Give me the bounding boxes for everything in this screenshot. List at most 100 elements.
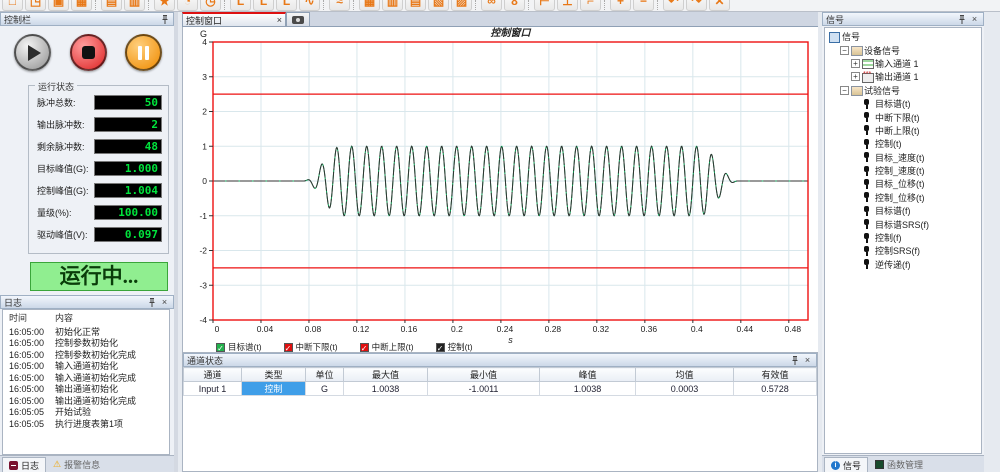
channel-col-header[interactable]: 有效值 xyxy=(734,368,817,382)
close-icon[interactable]: × xyxy=(802,355,813,366)
tree-item[interactable]: 目标_速度(t) xyxy=(829,151,981,164)
play-button[interactable] xyxy=(14,34,51,71)
schedule-icon[interactable]: ◔ xyxy=(177,0,198,11)
tree-item[interactable]: 目标谱(f) xyxy=(829,204,981,217)
status-field-label: 控制峰值(G): xyxy=(37,184,94,197)
tree-item[interactable]: 控制_速度(t) xyxy=(829,164,981,177)
tree-item[interactable]: 中断上限(t) xyxy=(829,124,981,137)
pin-icon[interactable] xyxy=(789,355,800,366)
output-channel-icon xyxy=(862,72,873,82)
unlink-icon[interactable]: 8 xyxy=(504,0,525,11)
tree-item[interactable]: 目标谱SRS(f) xyxy=(829,217,981,230)
function-manager-icon xyxy=(875,460,884,469)
log-tab-inactive[interactable]: ⚠报警信息 xyxy=(46,457,107,472)
expand-icon[interactable]: + xyxy=(851,59,860,68)
db-axis-icon[interactable]: L xyxy=(276,0,297,11)
tree-item[interactable]: +输入通道 1 xyxy=(829,57,981,70)
log-axis-icon[interactable]: L xyxy=(253,0,274,11)
unit-icon[interactable]: ∿ xyxy=(299,0,320,11)
tree-item[interactable]: 控制(t) xyxy=(829,137,981,150)
channel-status-panel: 通道状态 × 通道类型单位最大值最小值峰值均值有效值Input 1控制G1.00… xyxy=(182,352,818,472)
fit-page-icon[interactable]: ⌐ xyxy=(580,0,601,11)
status-field-label: 驱动峰值(V): xyxy=(37,228,94,241)
star-icon[interactable]: ★ xyxy=(154,0,175,11)
report-icon[interactable]: ▥ xyxy=(124,0,145,11)
pin-icon[interactable] xyxy=(159,14,170,25)
control-bar-panel: 控制栏 运行状态 脉冲总数:50输出脉冲数:2剩余脉冲数:48目标峰值(G):1… xyxy=(0,12,178,295)
tab-control-window[interactable]: 控制窗口 × xyxy=(182,12,286,26)
clock-icon[interactable]: ◷ xyxy=(200,0,221,11)
undo-icon[interactable]: ↶ xyxy=(663,0,684,11)
stop-button[interactable] xyxy=(70,34,107,71)
layout-1-icon[interactable]: ▦ xyxy=(359,0,380,11)
chart-icon[interactable]: ▧ xyxy=(428,0,449,11)
channel-cell: 1.0038 xyxy=(540,382,636,396)
channel-col-header[interactable]: 通道 xyxy=(184,368,242,382)
log-row: 16:05:00控制参数初始化 xyxy=(9,338,169,350)
tab-label: 控制窗口 xyxy=(186,14,274,27)
layout-4-icon[interactable]: ▤ xyxy=(405,0,426,11)
layout-2-icon[interactable]: ▥ xyxy=(382,0,403,11)
pause-button[interactable] xyxy=(125,34,162,71)
close-icon[interactable]: × xyxy=(159,297,170,308)
tree-item[interactable]: 控制_位移(t) xyxy=(829,191,981,204)
lin-axis-icon[interactable]: L xyxy=(230,0,251,11)
close-icon[interactable]: × xyxy=(969,14,980,25)
log-tab-active[interactable]: 日志 xyxy=(2,457,46,472)
channel-col-header[interactable]: 类型 xyxy=(242,368,306,382)
channel-col-header[interactable]: 单位 xyxy=(306,368,344,382)
tree-item-label: 控制(t) xyxy=(875,137,902,150)
channel-col-header[interactable]: 均值 xyxy=(636,368,734,382)
pin-icon[interactable] xyxy=(146,297,157,308)
pin-icon[interactable] xyxy=(956,14,967,25)
channel-col-header[interactable]: 最大值 xyxy=(344,368,428,382)
tree-item[interactable]: 控制SRS(f) xyxy=(829,244,981,257)
log-list: 时间内容16:05:00初始化正常16:05:00控制参数初始化16:05:00… xyxy=(2,309,170,455)
signal-icon xyxy=(862,166,873,176)
signal-titlebar: 信号 × xyxy=(822,12,984,26)
workspace-icon[interactable]: ▤ xyxy=(101,0,122,11)
channel-col-header[interactable]: 峰值 xyxy=(540,368,636,382)
channel-row[interactable]: Input 1控制G1.0038-1.00111.00380.00030.572… xyxy=(184,382,817,396)
fit-height-icon[interactable]: ⊥ xyxy=(557,0,578,11)
expand-icon[interactable]: + xyxy=(851,72,860,81)
link-icon[interactable]: ∞ xyxy=(481,0,502,11)
tree-item[interactable]: −设备信号 xyxy=(829,43,981,56)
tree-item[interactable]: 目标_位移(t) xyxy=(829,177,981,190)
legend-checkbox-icon[interactable]: ✓ xyxy=(436,343,445,352)
tree-item[interactable]: 控制(f) xyxy=(829,231,981,244)
signal-icon xyxy=(862,152,873,162)
svg-text:1: 1 xyxy=(202,141,207,151)
zoom-in-icon[interactable]: + xyxy=(610,0,631,11)
cursor-icon[interactable]: ≈ xyxy=(329,0,350,11)
new-icon[interactable]: □ xyxy=(2,0,23,11)
tree-item[interactable]: 目标谱(t) xyxy=(829,97,981,110)
tree-item[interactable]: 信号 xyxy=(829,30,981,43)
legend-checkbox-icon[interactable]: ✓ xyxy=(284,343,293,352)
tree-item-label: 控制_速度(t) xyxy=(875,164,925,177)
save-all-icon[interactable]: ▦ xyxy=(71,0,92,11)
tab-close-icon[interactable]: × xyxy=(277,15,282,25)
legend-checkbox-icon[interactable]: ✓ xyxy=(360,343,369,352)
abort-icon[interactable]: ✕ xyxy=(709,0,730,11)
signal-tab-active[interactable]: i信号 xyxy=(824,457,868,472)
tree-item[interactable]: 中断下限(t) xyxy=(829,110,981,123)
zoom-out-icon[interactable]: − xyxy=(633,0,654,11)
save-icon[interactable]: ▣ xyxy=(48,0,69,11)
svg-text:0.04: 0.04 xyxy=(257,324,274,334)
redo-icon[interactable]: ↷ xyxy=(686,0,707,11)
fit-width-icon[interactable]: ⊢ xyxy=(534,0,555,11)
collapse-icon[interactable]: − xyxy=(840,46,849,55)
snapshot-tab[interactable] xyxy=(286,12,310,26)
export-chart-icon[interactable]: ▨ xyxy=(451,0,472,11)
open-icon[interactable]: ◳ xyxy=(25,0,46,11)
signal-tab-inactive[interactable]: 函数管理 xyxy=(868,457,930,472)
tree-item[interactable]: 逆传递(f) xyxy=(829,258,981,271)
tree-item[interactable]: −试验信号 xyxy=(829,84,981,97)
tree-item[interactable]: +输出通道 1 xyxy=(829,70,981,83)
collapse-icon[interactable]: − xyxy=(840,86,849,95)
channel-col-header[interactable]: 最小值 xyxy=(428,368,540,382)
stop-icon xyxy=(82,46,95,59)
svg-text:2: 2 xyxy=(202,107,207,117)
legend-checkbox-icon[interactable]: ✓ xyxy=(216,343,225,352)
